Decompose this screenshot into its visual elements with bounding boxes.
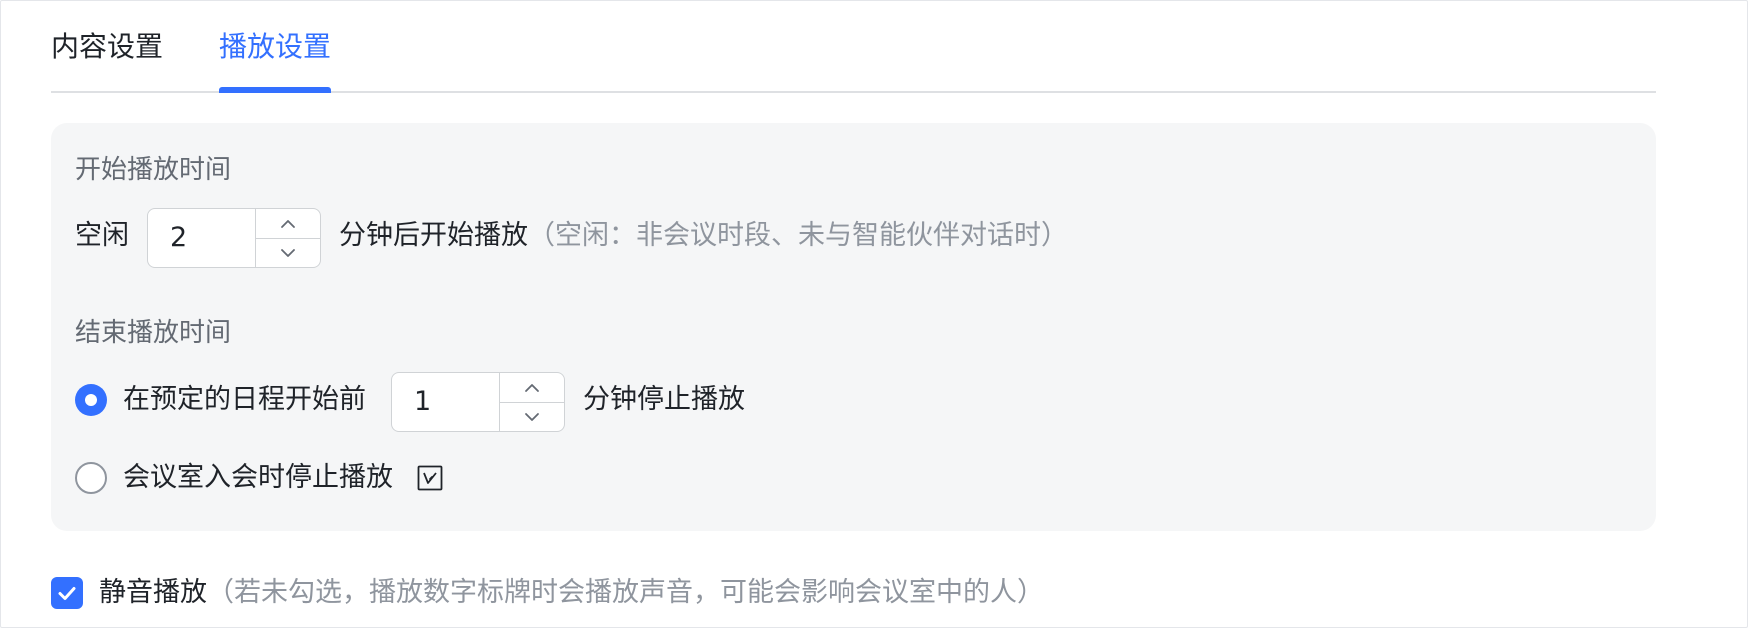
- active-tab-indicator: [219, 87, 331, 93]
- checkmark-icon: [58, 587, 76, 600]
- start-playback-text: 分钟后开始播放（空闲：非会议时段、未与智能伙伴对话时）: [339, 218, 1068, 254]
- idle-minutes-stepper[interactable]: 2: [147, 208, 321, 268]
- stop-minutes-stepper[interactable]: 1: [391, 372, 565, 432]
- increment-button[interactable]: [500, 373, 564, 403]
- settings-frame: 内容设置 播放设置 开始播放时间 空闲 2 分钟后开始播放（空闲：非会议时段、未…: [0, 0, 1748, 628]
- meeting-join-label[interactable]: 会议室入会时停止播放: [123, 460, 393, 496]
- chevron-down-icon: [281, 248, 295, 257]
- stop-playback-suffix: 分钟停止播放: [583, 384, 745, 415]
- mute-label[interactable]: 静音播放: [99, 577, 207, 608]
- mute-checkbox[interactable]: [51, 577, 83, 609]
- chevron-up-icon: [281, 219, 295, 228]
- idle-label: 空闲: [75, 220, 129, 251]
- mute-hint: （若未勾选，播放数字标牌时会播放声音，可能会影响会议室中的人）: [207, 577, 1044, 608]
- start-time-title: 开始播放时间: [75, 155, 232, 185]
- decrement-button[interactable]: [500, 402, 564, 431]
- before-schedule-label[interactable]: 在预定的日程开始前: [123, 382, 366, 418]
- idle-hint: （空闲：非会议时段、未与智能伙伴对话时）: [528, 220, 1068, 251]
- chevron-up-icon: [525, 383, 539, 392]
- idle-minutes-value[interactable]: 2: [170, 221, 187, 255]
- before-schedule-radio[interactable]: [75, 384, 107, 416]
- stepper-buttons: [499, 373, 564, 431]
- decrement-button[interactable]: [256, 238, 320, 267]
- end-time-title: 结束播放时间: [75, 318, 232, 348]
- playback-time-panel: 开始播放时间 空闲 2 分钟后开始播放（空闲：非会议时段、未与智能伙伴对话时） …: [51, 123, 1656, 531]
- meeting-join-radio[interactable]: [75, 462, 107, 494]
- increment-button[interactable]: [256, 209, 320, 239]
- stop-minutes-value[interactable]: 1: [414, 385, 431, 419]
- mute-row-text: 静音播放（若未勾选，播放数字标牌时会播放声音，可能会影响会议室中的人）: [99, 575, 1044, 611]
- stepper-buttons: [255, 209, 320, 267]
- tab-bar: 内容设置 播放设置: [51, 1, 1656, 93]
- chevron-down-icon: [525, 412, 539, 421]
- start-suffix: 分钟后开始播放: [339, 220, 528, 251]
- tab-content-settings[interactable]: 内容设置: [51, 29, 163, 65]
- verify-icon[interactable]: [417, 465, 443, 491]
- tab-playback-settings[interactable]: 播放设置: [219, 29, 331, 65]
